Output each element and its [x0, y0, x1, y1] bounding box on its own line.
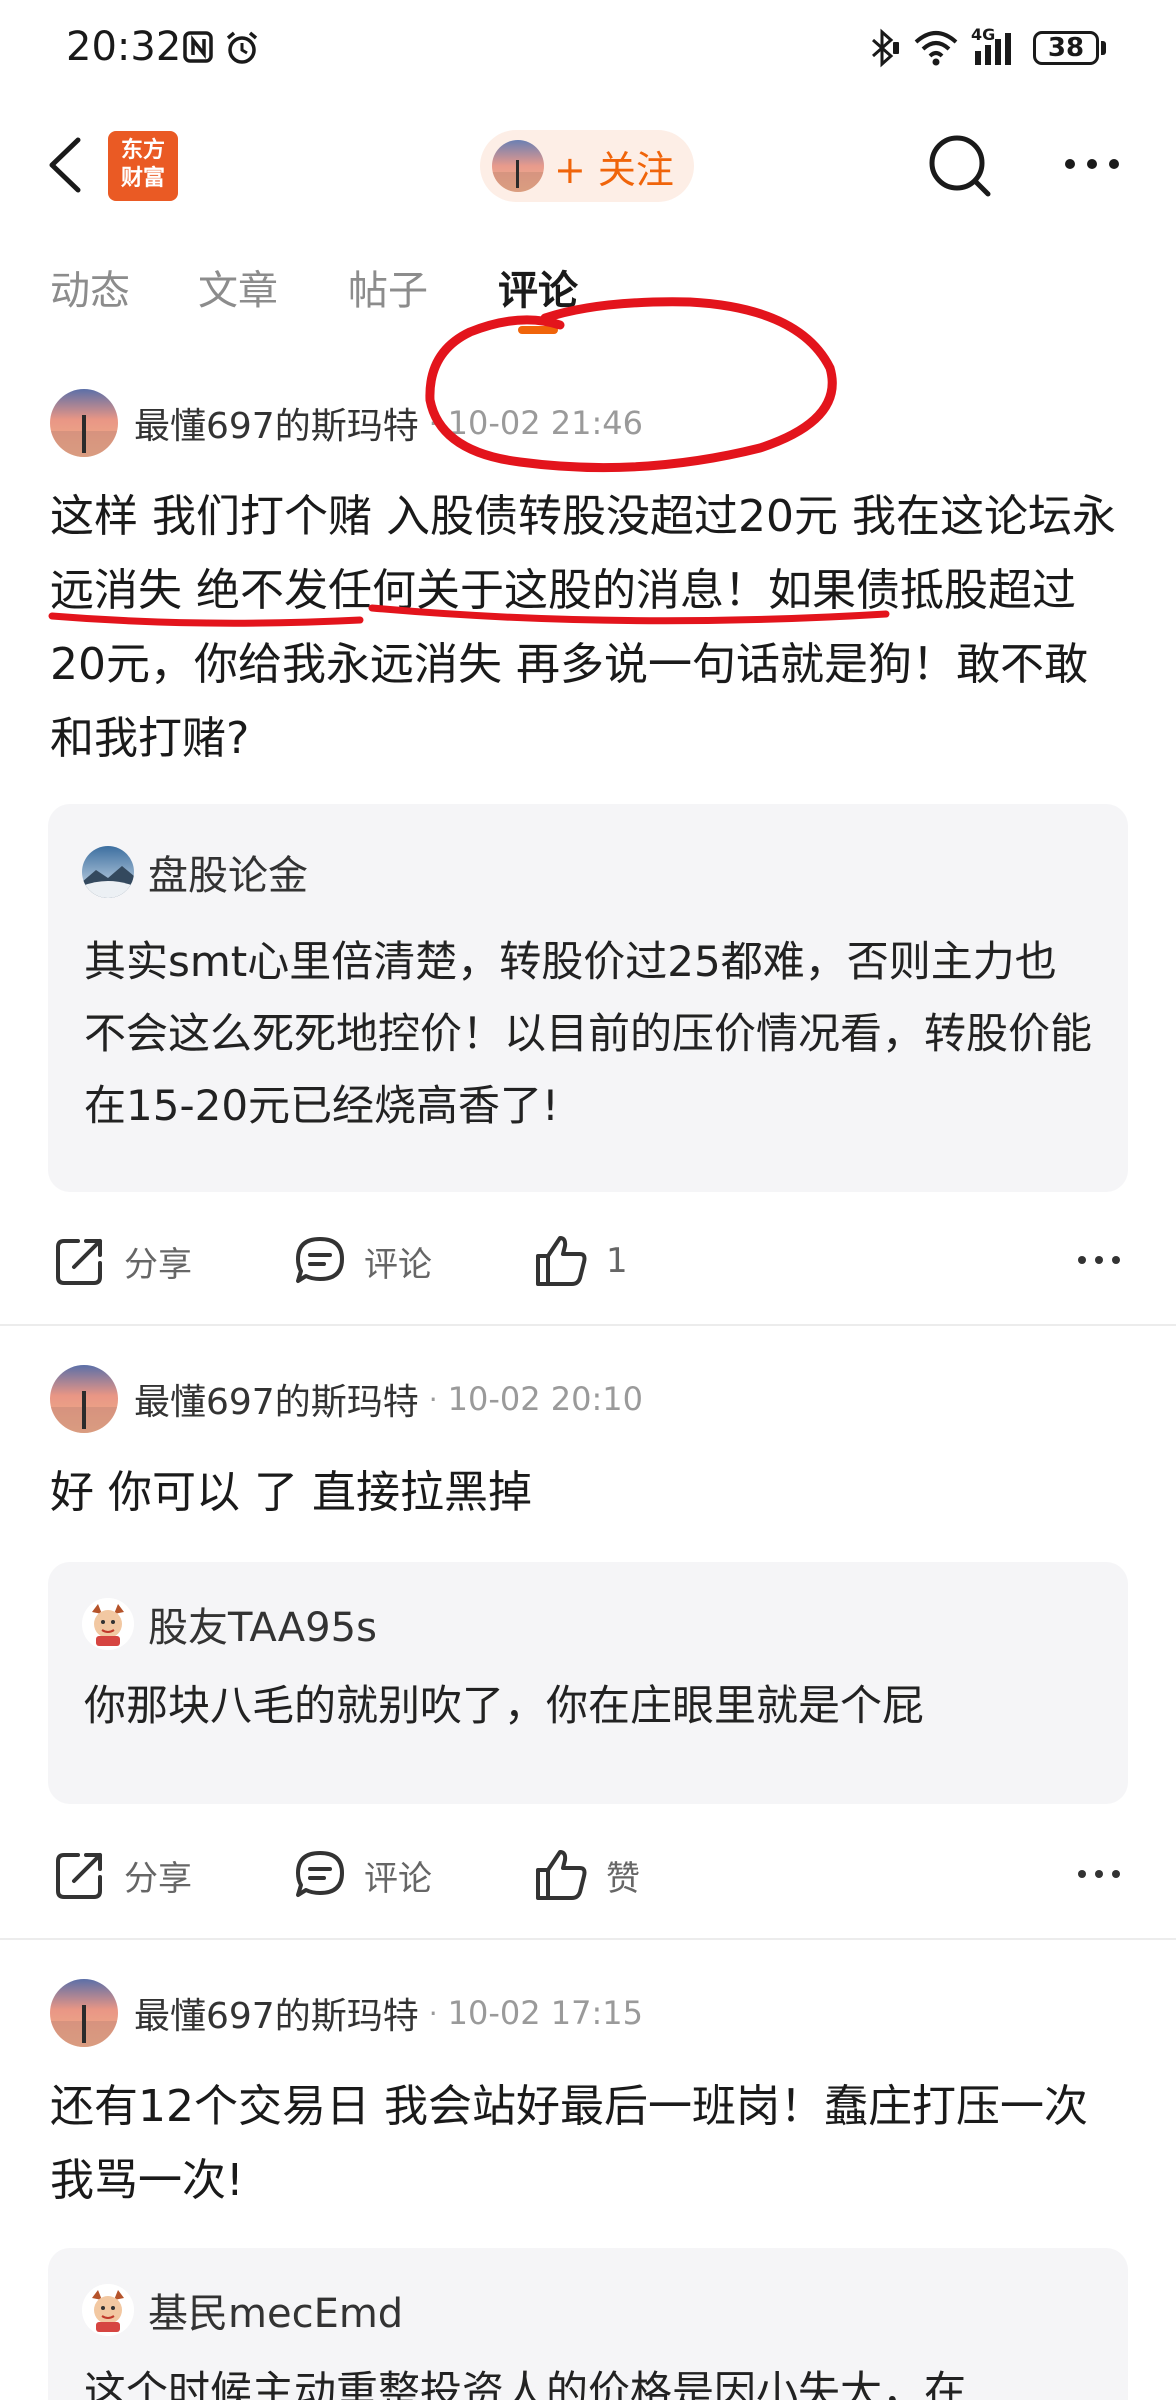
battery: 38 [1033, 31, 1106, 65]
more-button[interactable] [1060, 144, 1124, 184]
quote-text: 这个时候主动重整投资人的价格是因小失大，在 [84, 2367, 967, 2400]
comment-post: 最懂697的斯玛特 · 10-02 20:10 好 你可以 了 直接拉黑掉 股友… [0, 1364, 1176, 1924]
share-button[interactable]: 分享 [52, 1226, 192, 1296]
nfc-icon [183, 31, 213, 63]
user-avatar [492, 140, 544, 192]
share-icon [56, 1239, 102, 1285]
quote-head: 盘股论金 [82, 843, 308, 901]
thumbs-up-icon [536, 1850, 587, 1900]
comment-post: 最懂697的斯玛特 · 10-02 17:15 还有12个交易日 我会站好最后一… [0, 1978, 1176, 2400]
quote-head: 基民mecEmd [82, 2281, 403, 2339]
post-time: 10-02 21:46 [447, 404, 643, 442]
divider [0, 1938, 1176, 1940]
battery-tip [1101, 41, 1106, 55]
avatar[interactable] [50, 389, 118, 457]
tab-posts[interactable]: 帖子 [348, 258, 428, 316]
battery-level: 38 [1033, 31, 1099, 65]
comment-icon [296, 1237, 344, 1283]
quote-author[interactable]: 盘股论金 [148, 843, 308, 901]
like-button[interactable]: 赞 [532, 1840, 640, 1910]
comment-post: 最懂697的斯玛特 · 10-02 21:46 这样 我们打个赌 入股债转股没超… [0, 388, 1176, 1328]
avatar[interactable] [50, 1365, 118, 1433]
quote-head: 股友TAA95s [82, 1595, 377, 1653]
quote-avatar [82, 846, 134, 898]
avatar[interactable] [50, 1979, 118, 2047]
author-name[interactable]: 最懂697的斯玛特 [134, 1987, 419, 2039]
post-time: 10-02 20:10 [447, 1380, 643, 1418]
share-icon [56, 1853, 102, 1899]
quoted-comment[interactable]: 股友TAA95s 你那块八毛的就别吹了，你在庄眼里就是个屁 [48, 1562, 1128, 1804]
post-body: 好 你可以 了 直接拉黑掉 [50, 1467, 532, 1518]
post-body: 还有12个交易日 我会站好最后一班岗！蠢庄打压一次 我骂一次! [50, 2081, 1088, 2206]
tab-active-indicator [518, 326, 558, 334]
header: 东方 财富 + 关注 [0, 120, 1176, 212]
tab-bar: 动态 文章 帖子 评论 [0, 258, 1176, 338]
like-count: 1 [606, 1241, 628, 1281]
back-button[interactable] [38, 130, 98, 200]
comment-icon [296, 1851, 344, 1897]
share-label: 分享 [124, 1244, 192, 1285]
share-button[interactable]: 分享 [52, 1840, 192, 1910]
tab-dynamics[interactable]: 动态 [50, 258, 130, 316]
more-dots-icon [1078, 1870, 1120, 1878]
comment-button[interactable]: 评论 [292, 1226, 432, 1296]
quoted-comment[interactable]: 基民mecEmd 这个时候主动重整投资人的价格是因小失大，在 [48, 2248, 1128, 2400]
logo-text-line2: 财富 [120, 166, 165, 191]
post-meta: 最懂697的斯玛特 · 10-02 21:46 [50, 388, 643, 458]
post-more-button[interactable] [1074, 1854, 1124, 1894]
status-bar: 20:32 4G 38 [0, 0, 1176, 100]
bluetooth-icon [872, 28, 899, 68]
like-label: 赞 [606, 1858, 640, 1899]
search-icon [929, 135, 991, 197]
more-dots-icon [1065, 159, 1119, 169]
logo-text-line1: 东方 [120, 138, 165, 163]
post-meta: 最懂697的斯玛特 · 10-02 17:15 [50, 1978, 643, 2048]
comment-button[interactable]: 评论 [292, 1840, 432, 1910]
author-name[interactable]: 最懂697的斯玛特 [134, 397, 419, 449]
action-bar: 分享 评论 1 [0, 1226, 1176, 1296]
quote-author[interactable]: 基民mecEmd [148, 2281, 403, 2339]
comment-label: 评论 [364, 1244, 432, 1285]
meta-separator: · [428, 1996, 438, 2030]
thumbs-up-icon [536, 1236, 587, 1286]
quote-avatar [82, 2284, 134, 2336]
status-left-icons [182, 30, 260, 66]
like-button[interactable]: 1 [532, 1226, 628, 1296]
divider [0, 1324, 1176, 1326]
post-meta: 最懂697的斯玛特 · 10-02 20:10 [50, 1364, 643, 1434]
cell-signal: 4G [971, 25, 1021, 67]
app-logo[interactable]: 东方 财富 [108, 131, 178, 201]
search-button[interactable] [924, 130, 996, 202]
comment-label: 评论 [364, 1858, 432, 1899]
quote-author[interactable]: 股友TAA95s [148, 1595, 377, 1653]
tab-articles[interactable]: 文章 [198, 258, 278, 316]
follow-label: + 关注 [554, 147, 674, 192]
quote-text: 你那块八毛的就别吹了，你在庄眼里就是个屁 [84, 1681, 925, 1730]
post-body: 这样 我们打个赌 入股债转股没超过20元 我在这论坛永远消失 绝不发任何关于这股… [50, 491, 1116, 764]
status-right: 4G 38 [867, 25, 1106, 68]
quoted-comment[interactable]: 盘股论金 其实smt心里倍清楚，转股价过25都难，否则主力也不会这么死死地控价！… [48, 804, 1128, 1192]
meta-separator: · [428, 406, 438, 440]
quote-text: 其实smt心里倍清楚，转股价过25都难，否则主力也不会这么死死地控价！以目前的压… [84, 937, 1093, 1130]
quote-avatar [82, 1598, 134, 1650]
author-name[interactable]: 最懂697的斯玛特 [134, 1373, 419, 1425]
meta-separator: · [428, 1382, 438, 1416]
more-dots-icon [1078, 1256, 1120, 1264]
wifi-icon [914, 31, 958, 66]
post-time: 10-02 17:15 [447, 1994, 643, 2032]
status-time: 20:32 [66, 24, 182, 70]
tab-comments[interactable]: 评论 [498, 258, 578, 316]
back-arrow-icon [49, 137, 81, 193]
post-more-button[interactable] [1074, 1240, 1124, 1280]
alarm-icon [226, 31, 258, 64]
follow-button[interactable]: + 关注 [480, 130, 694, 202]
signal-icon [975, 33, 1011, 65]
share-label: 分享 [124, 1858, 192, 1899]
action-bar: 分享 评论 赞 [0, 1840, 1176, 1910]
